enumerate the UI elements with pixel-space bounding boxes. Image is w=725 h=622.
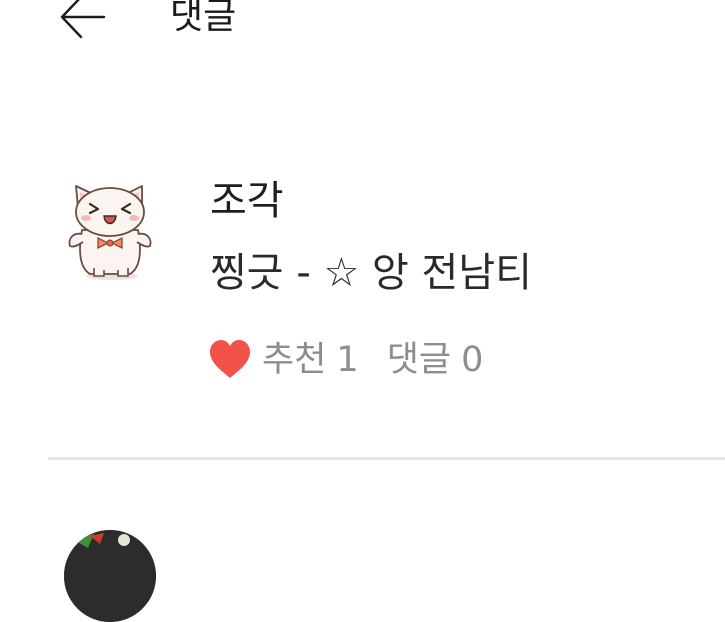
heart-icon bbox=[210, 340, 250, 378]
comment-author[interactable]: 조각 bbox=[210, 176, 284, 226]
like-button[interactable]: 추천 1 bbox=[208, 338, 359, 382]
avatar-image-icon bbox=[64, 530, 156, 622]
comment-item: 조각 찡긋 - ☆ 앙 전남티 추천 1 댓글 0 bbox=[0, 170, 725, 400]
top-app-bar: 댓글 bbox=[0, 0, 725, 60]
reply-label: 댓글 bbox=[386, 340, 452, 380]
cat-avatar-icon bbox=[68, 185, 152, 280]
list-divider bbox=[48, 457, 725, 460]
page-title: 댓글 bbox=[170, 0, 237, 37]
comment-text: 찡긋 - ☆ 앙 전남티 bbox=[210, 250, 532, 296]
arrow-left-icon bbox=[60, 0, 106, 39]
like-label: 추천 bbox=[262, 340, 327, 380]
next-comment-avatar[interactable] bbox=[64, 530, 156, 622]
user-avatar[interactable] bbox=[64, 182, 156, 282]
back-button[interactable] bbox=[56, 0, 112, 42]
like-count: 1 bbox=[336, 340, 359, 380]
comment-actions: 추천 1 댓글 0 bbox=[208, 338, 483, 382]
reply-count: 0 bbox=[461, 340, 484, 380]
reply-button[interactable]: 댓글 0 bbox=[387, 338, 484, 382]
